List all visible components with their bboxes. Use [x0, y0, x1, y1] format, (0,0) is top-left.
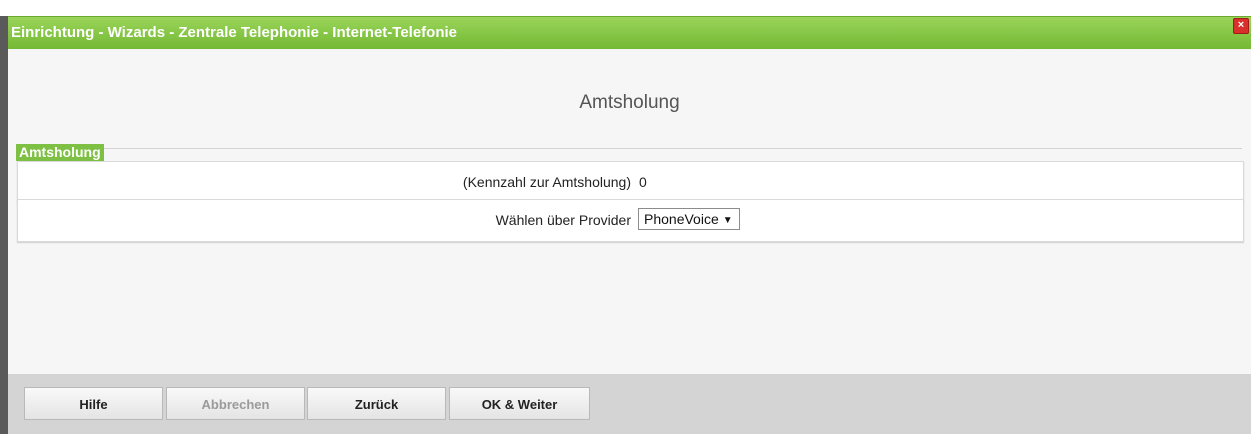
page: Einrichtung - Wizards - Zentrale Telepho… — [0, 0, 1251, 434]
close-icon[interactable]: × — [1233, 18, 1249, 34]
dialog-title: Einrichtung - Wizards - Zentrale Telepho… — [11, 24, 458, 41]
background-page-edge — [0, 16, 8, 434]
provider-select[interactable]: PhoneVoice ▼ — [638, 208, 740, 230]
amtsholung-code-label: (Kennzahl zur Amtsholung) — [462, 174, 631, 190]
back-button[interactable]: Zurück — [307, 387, 446, 420]
page-heading: Amtsholung — [579, 92, 680, 113]
background-page-strip — [0, 0, 1251, 16]
form-row-provider: Wählen über Provider PhoneVoice ▼ — [17, 199, 1244, 242]
provider-label: Wählen über Provider — [495, 212, 631, 228]
help-button[interactable]: Hilfe — [24, 387, 163, 420]
cancel-button[interactable]: Abbrechen — [166, 387, 305, 420]
provider-select-value: PhoneVoice — [644, 211, 719, 227]
section-label: Amtsholung — [16, 144, 104, 161]
amtsholung-code-value: 0 — [639, 174, 647, 190]
ok-next-button[interactable]: OK & Weiter — [449, 387, 590, 420]
form-row-amtsholung-code: (Kennzahl zur Amtsholung) 0 — [17, 161, 1244, 204]
chevron-down-icon: ▼ — [722, 215, 733, 226]
dialog-footer: Hilfe Abbrechen Zurück OK & Weiter — [8, 374, 1251, 434]
background-text-remnant — [120, 0, 880, 7]
dialog-titlebar: Einrichtung - Wizards - Zentrale Telepho… — [8, 16, 1251, 49]
wizard-dialog: Einrichtung - Wizards - Zentrale Telepho… — [8, 16, 1251, 434]
section-divider — [16, 148, 1242, 149]
